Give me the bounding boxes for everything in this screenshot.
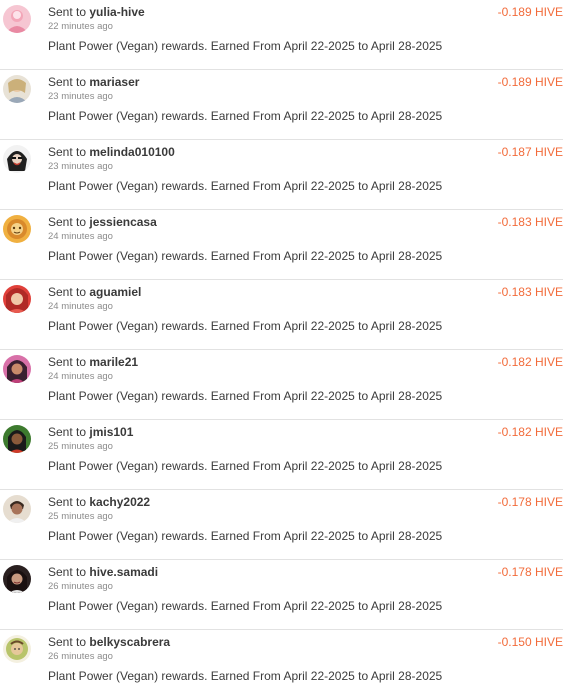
transfer-description: Sent to marile21 [48,355,138,369]
transfer-row: Sent to mariaser 23 minutes ago Plant Po… [0,70,563,140]
amount: -0.182 HIVE [497,355,563,369]
transfer-description: Sent to jessiencasa [48,215,157,229]
memo: Plant Power (Vegan) rewards. Earned From… [48,319,443,333]
transfer-row: Sent to jessiencasa 24 minutes ago Plant… [0,210,563,280]
transfer-row: Sent to marile21 24 minutes ago Plant Po… [0,350,563,420]
amount: -0.183 HIVE [497,285,563,299]
transfer-row: Sent to aguamiel 24 minutes ago Plant Po… [0,280,563,350]
timestamp: 25 minutes ago [48,441,113,452]
recipient-link[interactable]: hive.samadi [89,565,158,579]
sent-prefix: Sent to [48,635,87,649]
transfer-row: Sent to yulia-hive 22 minutes ago Plant … [0,0,563,70]
memo: Plant Power (Vegan) rewards. Earned From… [48,459,443,473]
amount: -0.178 HIVE [497,495,563,509]
amount: -0.182 HIVE [497,425,563,439]
transfer-history-list: Sent to yulia-hive 22 minutes ago Plant … [0,0,567,692]
recipient-link[interactable]: belkyscabrera [89,635,170,649]
transfer-description: Sent to mariaser [48,75,139,89]
timestamp: 24 minutes ago [48,301,113,312]
transfer-row: Sent to belkyscabrera 26 minutes ago Pla… [0,630,563,700]
avatar[interactable] [3,5,31,33]
recipient-link[interactable]: kachy2022 [89,495,150,509]
transfer-row: Sent to hive.samadi 26 minutes ago Plant… [0,560,563,630]
sent-prefix: Sent to [48,75,87,89]
avatar[interactable] [3,425,31,453]
memo: Plant Power (Vegan) rewards. Earned From… [48,529,443,543]
sent-prefix: Sent to [48,145,87,159]
memo: Plant Power (Vegan) rewards. Earned From… [48,599,443,613]
avatar[interactable] [3,215,31,243]
timestamp: 24 minutes ago [48,371,113,382]
sent-prefix: Sent to [48,425,87,439]
transfer-description: Sent to aguamiel [48,285,141,299]
timestamp: 22 minutes ago [48,21,113,32]
transfer-description: Sent to kachy2022 [48,495,150,509]
memo: Plant Power (Vegan) rewards. Earned From… [48,389,443,403]
memo: Plant Power (Vegan) rewards. Earned From… [48,669,443,683]
recipient-link[interactable]: jessiencasa [89,215,156,229]
transfer-description: Sent to yulia-hive [48,5,145,19]
amount: -0.178 HIVE [497,565,563,579]
avatar[interactable] [3,635,31,663]
timestamp: 25 minutes ago [48,511,113,522]
sent-prefix: Sent to [48,495,87,509]
recipient-link[interactable]: melinda010100 [89,145,174,159]
recipient-link[interactable]: jmis101 [89,425,133,439]
amount: -0.183 HIVE [497,215,563,229]
amount: -0.189 HIVE [497,75,563,89]
amount: -0.187 HIVE [497,145,563,159]
transfer-description: Sent to hive.samadi [48,565,158,579]
memo: Plant Power (Vegan) rewards. Earned From… [48,179,443,193]
memo: Plant Power (Vegan) rewards. Earned From… [48,249,443,263]
timestamp: 24 minutes ago [48,231,113,242]
transfer-row: Sent to melinda010100 23 minutes ago Pla… [0,140,563,210]
avatar[interactable] [3,495,31,523]
amount: -0.150 HIVE [497,635,563,649]
memo: Plant Power (Vegan) rewards. Earned From… [48,39,443,53]
sent-prefix: Sent to [48,5,87,19]
sent-prefix: Sent to [48,285,87,299]
timestamp: 26 minutes ago [48,651,113,662]
transfer-description: Sent to melinda010100 [48,145,175,159]
avatar[interactable] [3,355,31,383]
recipient-link[interactable]: aguamiel [89,285,141,299]
sent-prefix: Sent to [48,565,87,579]
transfer-row: Sent to jmis101 25 minutes ago Plant Pow… [0,420,563,490]
recipient-link[interactable]: marile21 [89,355,138,369]
avatar[interactable] [3,565,31,593]
transfer-description: Sent to belkyscabrera [48,635,170,649]
avatar[interactable] [3,75,31,103]
timestamp: 26 minutes ago [48,581,113,592]
recipient-link[interactable]: yulia-hive [89,5,144,19]
recipient-link[interactable]: mariaser [89,75,139,89]
timestamp: 23 minutes ago [48,161,113,172]
timestamp: 23 minutes ago [48,91,113,102]
memo: Plant Power (Vegan) rewards. Earned From… [48,109,443,123]
amount: -0.189 HIVE [497,5,563,19]
avatar[interactable] [3,285,31,313]
transfer-row: Sent to kachy2022 25 minutes ago Plant P… [0,490,563,560]
sent-prefix: Sent to [48,215,87,229]
sent-prefix: Sent to [48,355,87,369]
avatar[interactable] [3,145,31,173]
transfer-description: Sent to jmis101 [48,425,133,439]
